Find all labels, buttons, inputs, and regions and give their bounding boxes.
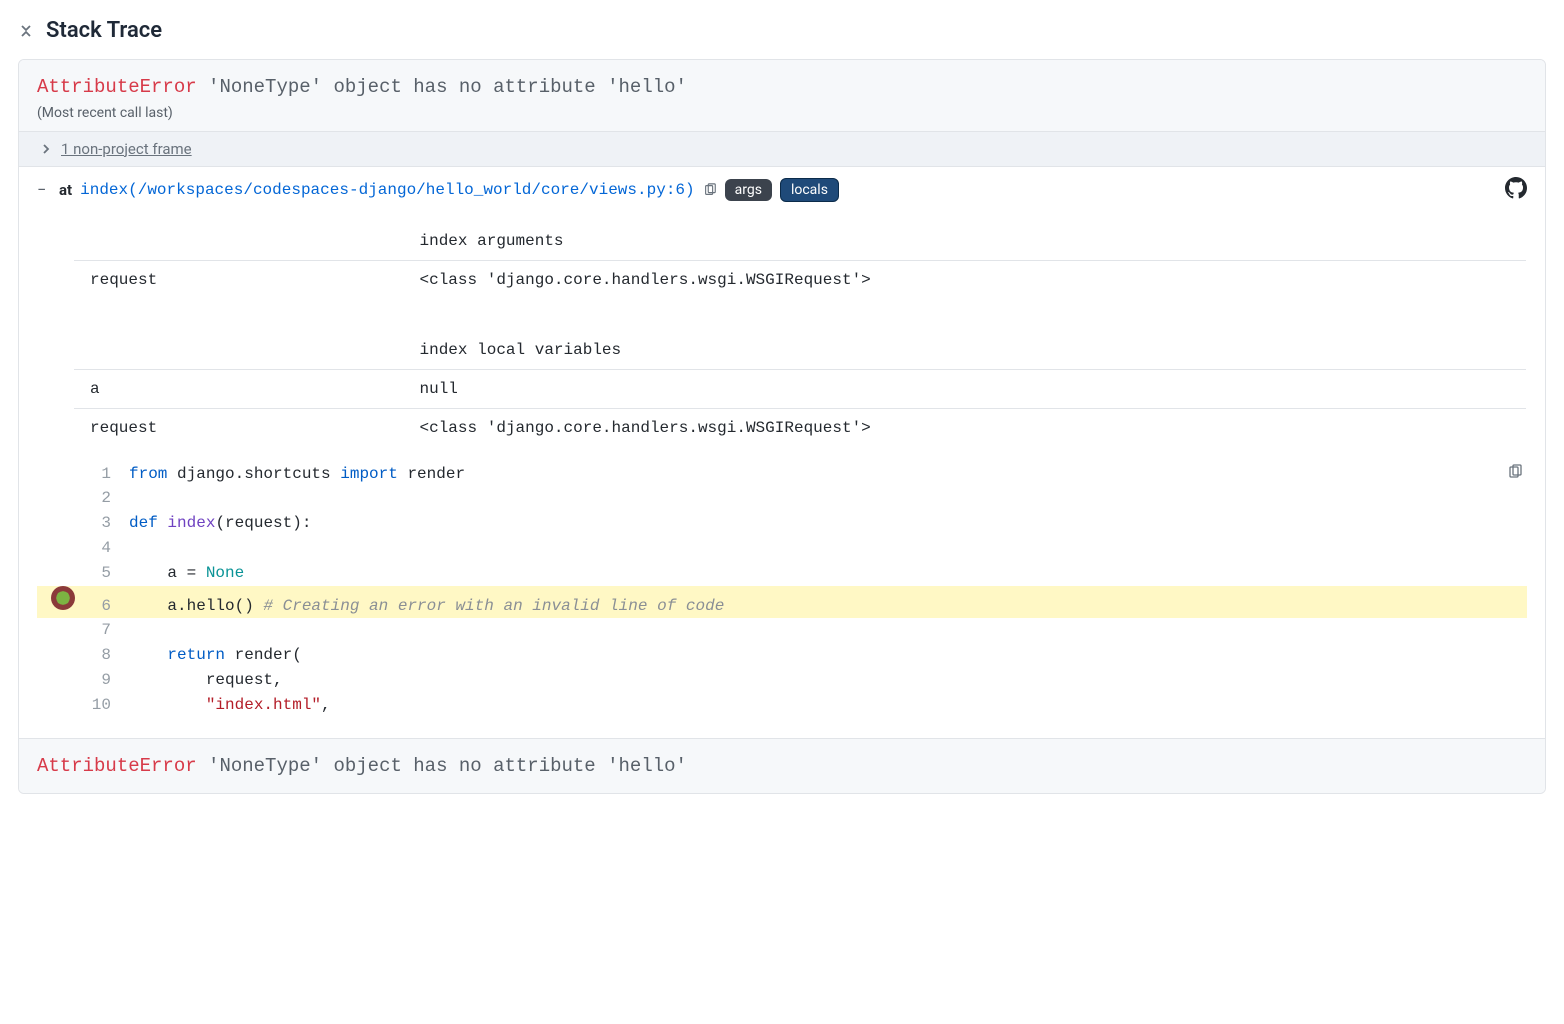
section-title: Stack Trace: [46, 18, 162, 43]
frame-at: at: [59, 181, 72, 199]
frame-header-row: − at index(/workspaces/codespaces-django…: [37, 177, 1527, 203]
args-table-wrap: index arguments request <class 'django.c…: [73, 221, 1527, 300]
code-line: 8 return render(: [37, 643, 1527, 668]
error-line: AttributeError 'NoneType' object has no …: [37, 74, 1527, 101]
args-table: index arguments request <class 'django.c…: [73, 221, 1527, 300]
table-row: request <class 'django.core.handlers.wsg…: [74, 408, 1527, 447]
locals-val: null: [404, 369, 1527, 408]
locals-val: <class 'django.core.handlers.wsgi.WSGIRe…: [404, 408, 1527, 447]
error-line-footer: AttributeError 'NoneType' object has no …: [37, 753, 1527, 780]
code-text: def index(request):: [129, 511, 311, 536]
code-line: 1from django.shortcuts import render: [37, 462, 1527, 487]
copy-code-icon[interactable]: [1507, 464, 1523, 484]
error-subnote: (Most recent call last): [37, 105, 1527, 121]
code-line: 9 request,: [37, 668, 1527, 693]
table-header-row: index local variables: [74, 330, 1527, 369]
code-line: 4: [37, 536, 1527, 561]
args-table-header: index arguments: [404, 221, 1527, 260]
error-class: AttributeError: [37, 76, 197, 98]
table-row: a null: [74, 369, 1527, 408]
error-class-footer: AttributeError: [37, 755, 197, 777]
locals-table-wrap: index local variables a null request <cl…: [73, 330, 1527, 448]
code-line: 10 "index.html",: [37, 693, 1527, 718]
code-line: 5 a = None: [37, 561, 1527, 586]
code-text: "index.html",: [129, 693, 331, 718]
line-number: 5: [89, 561, 129, 586]
frame-collapse-toggle[interactable]: −: [37, 180, 51, 199]
section-header: Stack Trace: [18, 18, 1546, 43]
line-number: 6: [89, 594, 129, 619]
code-text: a.hello() # Creating an error with an in…: [129, 594, 724, 619]
locals-table: index local variables a null request <cl…: [73, 330, 1527, 448]
frame-path: (/workspaces/codespaces-django/hello_wor…: [128, 181, 695, 199]
line-number: 2: [89, 486, 129, 511]
line-number: 1: [89, 462, 129, 487]
frame-location[interactable]: index(/workspaces/codespaces-django/hell…: [80, 181, 695, 199]
error-footer: AttributeError 'NoneType' object has no …: [19, 738, 1545, 794]
blame-avatar[interactable]: [51, 586, 75, 610]
code-line: 6 a.hello() # Creating an error with an …: [37, 586, 1527, 619]
line-number: 3: [89, 511, 129, 536]
line-number: 7: [89, 618, 129, 643]
table-row: request <class 'django.core.handlers.wsg…: [74, 260, 1527, 299]
args-val: <class 'django.core.handlers.wsgi.WSGIRe…: [404, 260, 1527, 299]
line-number: 10: [89, 693, 129, 718]
code-line: 7: [37, 618, 1527, 643]
locals-key: a: [74, 369, 404, 408]
frame-function: index: [80, 181, 128, 199]
error-message: 'NoneType' object has no attribute 'hell…: [208, 76, 687, 98]
code-line: 2: [37, 486, 1527, 511]
collapse-vertical-icon[interactable]: [18, 21, 34, 41]
code-text: a = None: [129, 561, 244, 586]
line-number: 9: [89, 668, 129, 693]
code-text: from django.shortcuts import render: [129, 462, 465, 487]
collapsed-frames-row[interactable]: 1 non-project frame: [19, 131, 1545, 166]
table-header-row: index arguments: [74, 221, 1527, 260]
collapsed-frames-link[interactable]: 1 non-project frame: [61, 140, 192, 158]
locals-table-header: index local variables: [404, 330, 1527, 369]
line-number: 4: [89, 536, 129, 561]
line-number: 8: [89, 643, 129, 668]
github-icon[interactable]: [1505, 177, 1527, 203]
copy-path-icon[interactable]: [703, 183, 717, 197]
chevron-right-icon: [41, 140, 51, 158]
stack-trace-card: AttributeError 'NoneType' object has no …: [18, 59, 1546, 794]
frame: − at index(/workspaces/codespaces-django…: [19, 166, 1545, 738]
code-text: return render(: [129, 643, 302, 668]
code-context: 1from django.shortcuts import render23de…: [37, 462, 1527, 718]
code-text: request,: [129, 668, 283, 693]
args-pill[interactable]: args: [725, 179, 772, 201]
args-key: request: [74, 260, 404, 299]
locals-pill[interactable]: locals: [780, 178, 839, 202]
locals-key: request: [74, 408, 404, 447]
code-line: 3def index(request):: [37, 511, 1527, 536]
error-message-footer: 'NoneType' object has no attribute 'hell…: [208, 755, 687, 777]
error-header: AttributeError 'NoneType' object has no …: [19, 60, 1545, 131]
